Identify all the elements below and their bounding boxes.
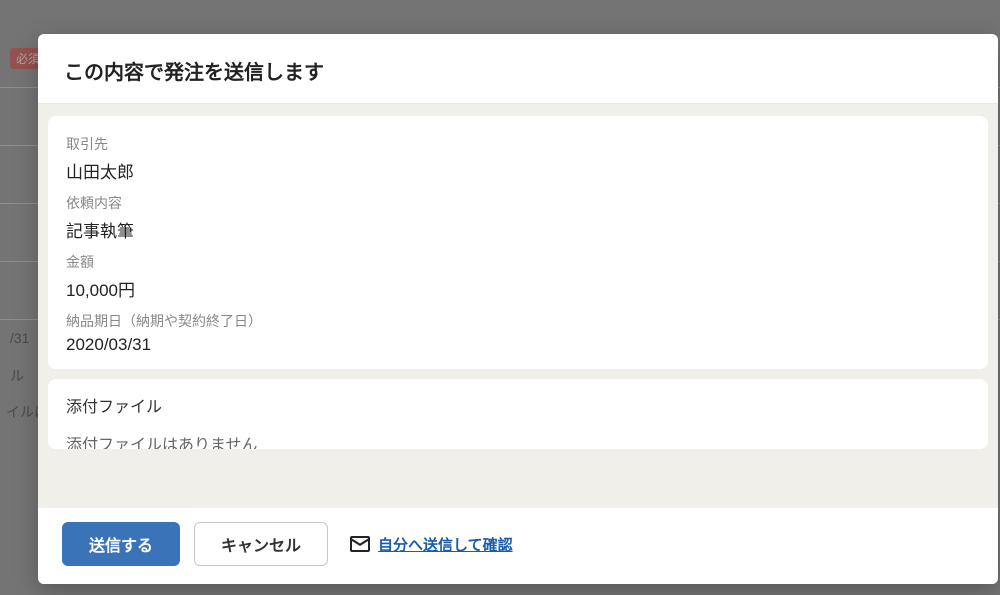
- self-send-label: 自分へ送信して確認: [378, 534, 513, 555]
- attachment-card: 添付ファイル 添付ファイルはありません: [48, 379, 988, 449]
- attachment-empty-text: 添付ファイルはありません: [66, 431, 970, 449]
- request-label: 依頼内容: [66, 193, 970, 213]
- request-value: 記事執筆: [66, 217, 970, 242]
- modal-footer: 送信する キャンセル 自分へ送信して確認: [38, 507, 998, 584]
- submit-button[interactable]: 送信する: [62, 522, 180, 566]
- client-label: 取引先: [66, 134, 970, 154]
- amount-value: 10,000円: [66, 276, 970, 301]
- modal-title: この内容で発注を送信します: [64, 56, 972, 85]
- modal-body: 取引先 山田太郎 依頼内容 記事執筆 金額 10,000円 納品期日（納期や契約…: [38, 104, 998, 507]
- mail-icon: [350, 536, 370, 552]
- attachment-title: 添付ファイル: [66, 393, 970, 417]
- self-send-link[interactable]: 自分へ送信して確認: [350, 534, 513, 555]
- modal-header: この内容で発注を送信します: [38, 34, 998, 104]
- client-value: 山田太郎: [66, 158, 970, 183]
- order-summary-card: 取引先 山田太郎 依頼内容 記事執筆 金額 10,000円 納品期日（納期や契約…: [48, 116, 988, 369]
- cancel-button[interactable]: キャンセル: [194, 522, 328, 566]
- delivery-value: 2020/03/31: [66, 335, 970, 355]
- amount-label: 金額: [66, 252, 970, 272]
- confirm-order-modal: この内容で発注を送信します 取引先 山田太郎 依頼内容 記事執筆 金額 10,0…: [38, 34, 998, 584]
- delivery-label: 納品期日（納期や契約終了日）: [66, 311, 970, 331]
